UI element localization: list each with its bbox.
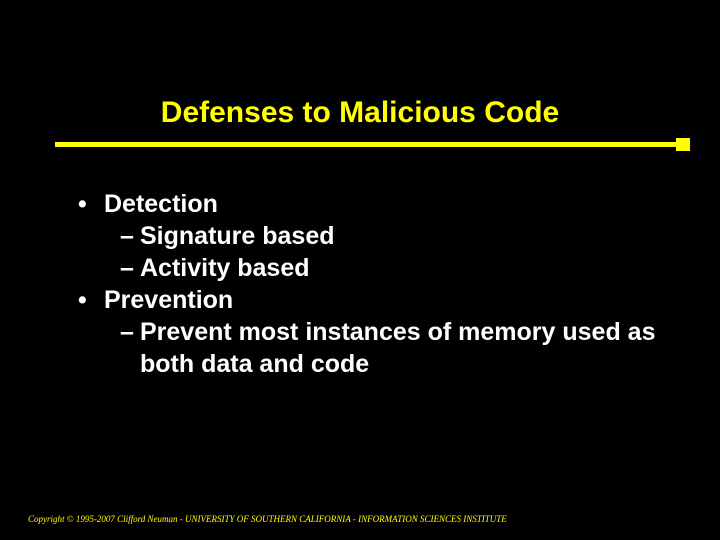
bullet-text: Prevention xyxy=(104,284,233,316)
sub-bullet-text: Activity based xyxy=(140,252,660,284)
sub-bullet-item: – Activity based xyxy=(78,252,660,284)
sub-bullet-item: – Signature based xyxy=(78,220,660,252)
slide: Defenses to Malicious Code • Detection –… xyxy=(0,0,720,540)
bullet-item: • Detection xyxy=(78,188,660,220)
sub-bullet-item: – Prevent most instances of memory used … xyxy=(78,316,660,380)
dash-marker: – xyxy=(120,252,140,284)
copyright-footer: Copyright © 1995-2007 Clifford Neuman - … xyxy=(28,514,507,524)
bullet-marker: • xyxy=(78,188,104,220)
dash-marker: – xyxy=(120,316,140,380)
rule-line xyxy=(55,142,688,147)
sub-bullet-text: Signature based xyxy=(140,220,660,252)
title-wrap: Defenses to Malicious Code xyxy=(0,96,720,130)
bullet-marker: • xyxy=(78,284,104,316)
title-rule xyxy=(55,138,688,150)
sub-bullet-text: Prevent most instances of memory used as… xyxy=(140,316,660,380)
bullet-item: • Prevention xyxy=(78,284,660,316)
slide-title: Defenses to Malicious Code xyxy=(161,96,559,130)
rule-end-block xyxy=(676,138,690,151)
dash-marker: – xyxy=(120,220,140,252)
content-area: • Detection – Signature based – Activity… xyxy=(78,188,660,380)
bullet-text: Detection xyxy=(104,188,218,220)
